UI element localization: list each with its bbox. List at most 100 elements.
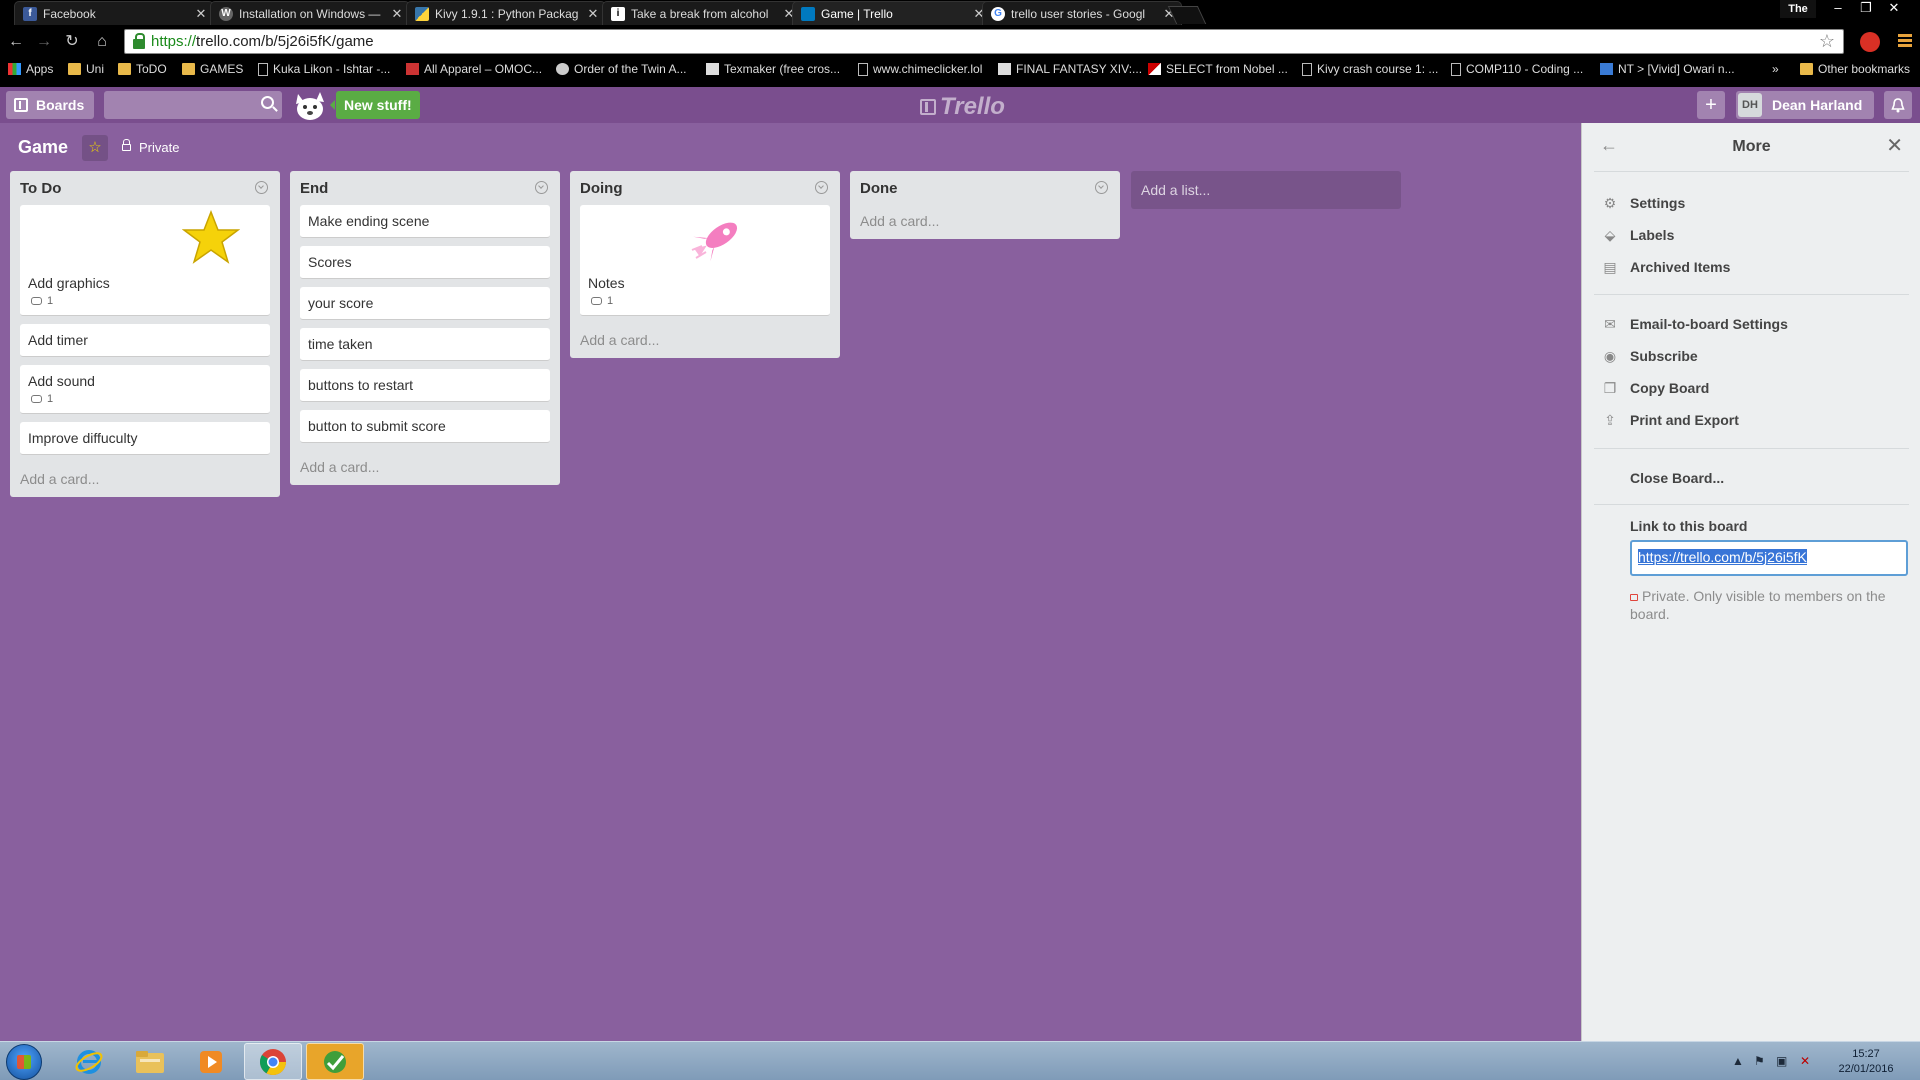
bookmark-item[interactable]: NT > [Vivid] Owari n... — [1600, 62, 1735, 76]
list-menu-icon[interactable] — [255, 181, 268, 194]
comment-icon — [31, 297, 42, 305]
bookmark-folder[interactable]: GAMES — [182, 62, 243, 76]
boards-button[interactable]: Boards — [6, 91, 95, 119]
card[interactable]: buttons to restart — [300, 369, 550, 402]
add-button[interactable]: + — [1697, 91, 1725, 119]
bookmark-item[interactable]: Kuka Likon - Ishtar -... — [258, 62, 390, 76]
trello-logo[interactable]: Trello — [920, 93, 1005, 121]
close-icon[interactable]: ✕ — [585, 6, 601, 22]
menu-item-label: Settings — [1630, 195, 1686, 211]
list-header[interactable]: End — [290, 171, 560, 205]
other-bookmarks[interactable]: Other bookmarks — [1800, 62, 1910, 76]
new-stuff-button[interactable]: New stuff! — [330, 91, 420, 119]
card[interactable]: Add sound 1 — [20, 365, 270, 414]
list-menu-icon[interactable] — [1095, 181, 1108, 194]
network-icon[interactable]: ▣ — [1776, 1054, 1787, 1068]
tab-google[interactable]: G trello user stories - Googl ✕ — [982, 1, 1182, 25]
card[interactable]: Add timer — [20, 324, 270, 357]
bookmark-item[interactable]: SELECT from Nobel ... — [1148, 62, 1288, 76]
menu-item-archived[interactable]: ▤ Archived Items — [1602, 255, 1902, 279]
notifications-button[interactable] — [1884, 91, 1912, 119]
bookmark-item[interactable]: Texmaker (free cros... — [706, 62, 840, 76]
tab-facebook[interactable]: f Facebook ✕ — [14, 1, 214, 25]
bookmarks-overflow[interactable]: » — [1772, 62, 1779, 76]
add-list-button[interactable]: Add a list... — [1131, 171, 1401, 209]
add-card-button[interactable]: Add a card... — [850, 205, 1120, 239]
tray-expand-icon[interactable]: ▲ — [1732, 1054, 1744, 1068]
card[interactable]: Scores — [300, 246, 550, 279]
extension-icon[interactable] — [1860, 32, 1880, 52]
restore-icon[interactable]: ❐ — [1852, 0, 1880, 18]
menu-item-settings[interactable]: ⚙ Settings — [1602, 191, 1902, 215]
bookmark-item[interactable]: Order of the Twin A... — [556, 62, 687, 76]
bookmark-folder[interactable]: ToDO — [118, 62, 167, 76]
eye-icon: ◉ — [1603, 347, 1617, 364]
close-icon[interactable]: ✕ — [1886, 133, 1903, 158]
list-menu-icon[interactable] — [815, 181, 828, 194]
list-header[interactable]: Done — [850, 171, 1120, 205]
menu-item-copy-board[interactable]: ❐ Copy Board — [1602, 376, 1902, 400]
bookmark-item[interactable]: COMP110 - Coding ... — [1451, 62, 1583, 76]
card[interactable]: Add graphics 1 — [20, 205, 270, 316]
chrome-menu-icon[interactable] — [1898, 34, 1912, 48]
flag-icon[interactable]: ⚑ — [1754, 1054, 1765, 1068]
forward-icon[interactable]: → — [34, 32, 54, 52]
taskbar-media-player[interactable] — [182, 1043, 240, 1080]
board-visibility[interactable]: Private — [122, 139, 179, 155]
tab-alcohol[interactable]: i Take a break from alcohol ✕ — [602, 1, 802, 25]
card[interactable]: button to submit score — [300, 410, 550, 443]
card[interactable]: Notes 1 — [580, 205, 830, 316]
card[interactable]: Make ending scene — [300, 205, 550, 238]
bookmark-item[interactable]: All Apparel – OMOC... — [406, 62, 542, 76]
bookmark-item[interactable]: www.chimeclicker.lol — [858, 62, 982, 76]
bookmark-item[interactable]: Kivy crash course 1: ... — [1302, 62, 1438, 76]
taskbar-app[interactable] — [306, 1043, 364, 1080]
page-icon — [1451, 62, 1461, 76]
card[interactable]: Improve diffuculty — [20, 422, 270, 455]
bookmark-item[interactable]: FINAL FANTASY XIV:... — [998, 62, 1142, 76]
copy-icon: ❐ — [1603, 379, 1617, 396]
tab-installation[interactable]: W Installation on Windows — ✕ — [210, 1, 410, 25]
list-menu-icon[interactable] — [535, 181, 548, 194]
taskbar-chrome[interactable] — [244, 1043, 302, 1080]
card[interactable]: time taken — [300, 328, 550, 361]
taskbar-ie[interactable] — [60, 1043, 118, 1080]
member-menu[interactable]: DH Dean Harland — [1736, 91, 1875, 119]
bookmark-folder[interactable]: Uni — [68, 62, 104, 76]
clock[interactable]: 15:27 22/01/2016 — [1826, 1047, 1906, 1077]
reload-icon[interactable]: ↻ — [62, 32, 82, 52]
tab-trello[interactable]: Game | Trello ✕ — [792, 1, 992, 25]
minimize-icon[interactable]: – — [1824, 0, 1852, 18]
tab-kivy[interactable]: Kivy 1.9.1 : Python Packag ✕ — [406, 1, 606, 25]
back-icon[interactable]: ← — [6, 32, 26, 52]
profile-badge[interactable]: The — [1780, 0, 1816, 18]
star-board-icon[interactable]: ☆ — [82, 135, 108, 161]
close-icon[interactable]: ✕ — [193, 6, 209, 22]
add-card-button[interactable]: Add a card... — [290, 451, 560, 485]
taskbar-explorer[interactable] — [121, 1043, 179, 1080]
list-header[interactable]: Doing — [570, 171, 840, 205]
comment-icon — [31, 395, 42, 403]
url-input[interactable]: https://trello.com/b/5j26i5fK/game ☆ — [124, 29, 1844, 54]
bookmark-star-icon[interactable]: ☆ — [1819, 31, 1835, 52]
close-icon[interactable]: ✕ — [389, 6, 405, 22]
window-close-icon[interactable]: ✕ — [1880, 0, 1908, 18]
home-icon[interactable]: ⌂ — [92, 32, 112, 52]
add-card-button[interactable]: Add a card... — [10, 463, 280, 497]
menu-item-labels[interactable]: ⬙ Labels — [1602, 223, 1902, 247]
add-card-button[interactable]: Add a card... — [570, 324, 840, 358]
bookmark-apps[interactable]: Apps — [8, 62, 53, 76]
volume-muted-icon[interactable]: ✕ — [1800, 1054, 1810, 1068]
start-button[interactable] — [6, 1044, 42, 1080]
menu-item-print-export[interactable]: ⇪ Print and Export — [1602, 408, 1902, 432]
menu-item-email-settings[interactable]: ✉ Email-to-board Settings — [1602, 312, 1902, 336]
menu-item-subscribe[interactable]: ◉ Subscribe — [1602, 344, 1902, 368]
site-icon — [706, 63, 719, 75]
list-doing: Doing Notes 1 Add a card... — [570, 171, 840, 358]
list-header[interactable]: To Do — [10, 171, 280, 205]
board-title[interactable]: Game — [18, 137, 68, 158]
search-input[interactable] — [104, 91, 282, 119]
card[interactable]: your score — [300, 287, 550, 320]
board-link-input[interactable]: https://trello.com/b/5j26i5fK — [1630, 540, 1908, 576]
close-board-button[interactable]: Close Board... — [1630, 466, 1920, 490]
